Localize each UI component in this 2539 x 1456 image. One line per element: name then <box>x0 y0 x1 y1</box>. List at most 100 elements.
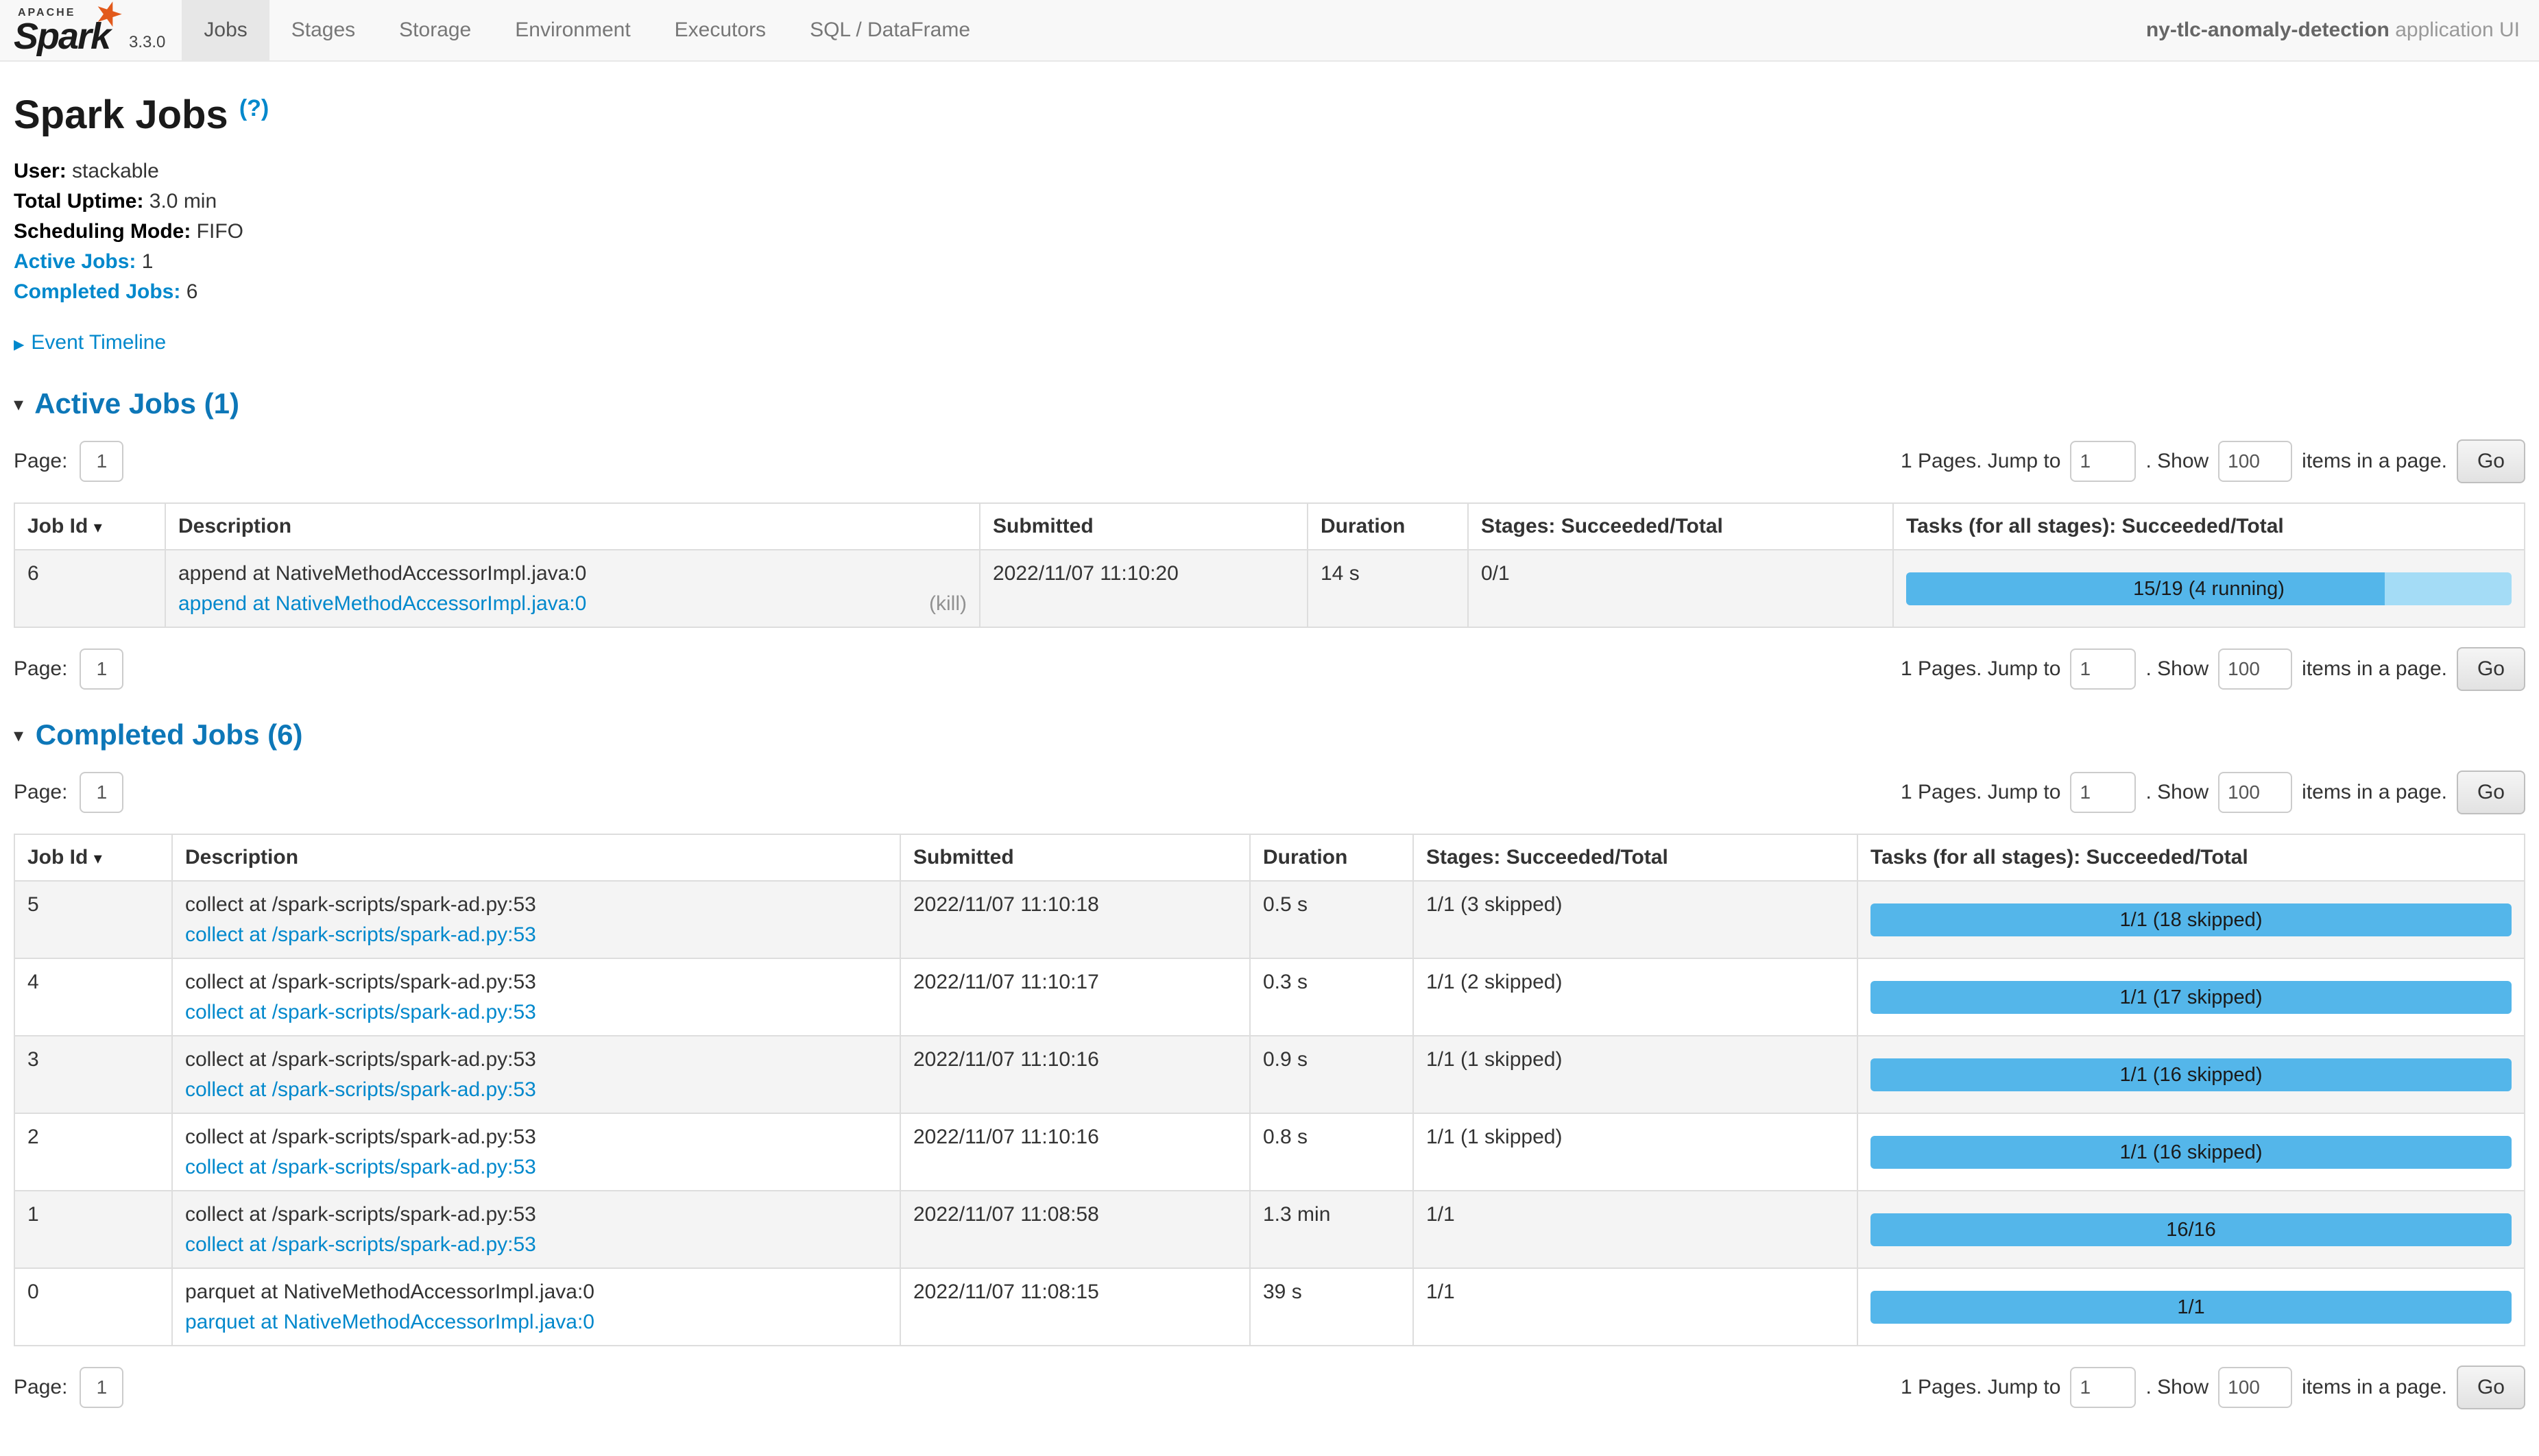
progress-label: 1/1 (16 skipped) <box>1870 1060 2512 1089</box>
page-title: Spark Jobs (?) <box>14 92 2525 138</box>
show-text: . Show <box>2145 657 2209 681</box>
nav-item-label: Stages <box>291 19 355 42</box>
page-number-input[interactable] <box>80 648 123 690</box>
pages-jump-text: 1 Pages. Jump to <box>1901 781 2060 804</box>
nav-item-label: SQL / DataFrame <box>810 19 970 42</box>
description-link[interactable]: parquet at NativeMethodAccessorImpl.java… <box>185 1307 594 1337</box>
description-link[interactable]: collect at /spark-scripts/spark-ad.py:53 <box>185 1230 536 1260</box>
jump-to-input[interactable] <box>2070 441 2136 482</box>
spark-logo[interactable]: APACHE Spark ★ <box>0 0 126 60</box>
page-label: Page: <box>14 781 67 804</box>
col-header-submitted[interactable]: Submitted <box>900 834 1250 881</box>
col-header-stages[interactable]: Stages: Succeeded/Total <box>1468 503 1893 550</box>
pages-jump-text: 1 Pages. Jump to <box>1901 450 2060 473</box>
nav-item-environment[interactable]: Environment <box>493 0 652 60</box>
pages-jump-text: 1 Pages. Jump to <box>1901 1376 2060 1399</box>
tasks-cell: 1/1 (17 skipped) <box>1857 958 2525 1036</box>
duration-cell: 1.3 min <box>1250 1191 1413 1268</box>
summary-scheduling-mode: Scheduling Mode: FIFO <box>14 220 2525 243</box>
pagination-bar: Page: 1 Pages. Jump to . Show items in a… <box>14 439 2525 483</box>
duration-cell: 0.3 s <box>1250 958 1413 1036</box>
submitted-cell: 2022/11/07 11:10:17 <box>900 958 1250 1036</box>
col-header-description[interactable]: Description <box>172 834 900 881</box>
kill-link[interactable]: (kill) <box>929 589 967 619</box>
table-header-row: Job Id ▾ Description Submitted Duration … <box>14 503 2525 550</box>
show-count-input[interactable] <box>2218 772 2292 813</box>
jump-to-input[interactable] <box>2070 772 2136 813</box>
nav-item-sql-dataframe[interactable]: SQL / DataFrame <box>788 0 992 60</box>
description-link[interactable]: collect at /spark-scripts/spark-ad.py:53 <box>185 997 536 1028</box>
summary-uptime: Total Uptime: 3.0 min <box>14 190 2525 213</box>
tasks-cell: 1/1 (18 skipped) <box>1857 881 2525 958</box>
go-button[interactable]: Go <box>2457 439 2525 483</box>
show-text: . Show <box>2145 781 2209 804</box>
table-row: 5 collect at /spark-scripts/spark-ad.py:… <box>14 881 2525 958</box>
description-cell: collect at /spark-scripts/spark-ad.py:53… <box>172 958 900 1036</box>
col-header-duration[interactable]: Duration <box>1308 503 1468 550</box>
col-header-duration[interactable]: Duration <box>1250 834 1413 881</box>
go-button[interactable]: Go <box>2457 647 2525 691</box>
show-count-input[interactable] <box>2218 648 2292 690</box>
items-text: items in a page. <box>2302 1376 2447 1399</box>
table-row: 3 collect at /spark-scripts/spark-ad.py:… <box>14 1036 2525 1113</box>
completed-jobs-link[interactable]: Completed Jobs: <box>14 280 180 303</box>
submitted-cell: 2022/11/07 11:10:16 <box>900 1036 1250 1113</box>
event-timeline-toggle[interactable]: ▶Event Timeline <box>14 331 2525 354</box>
description-link[interactable]: collect at /spark-scripts/spark-ad.py:53 <box>185 1075 536 1105</box>
nav-item-jobs[interactable]: Jobs <box>182 0 269 60</box>
application-title-suffix: application UI <box>2390 19 2520 41</box>
tasks-progress-bar: 15/19 (4 running) <box>1906 572 2512 605</box>
summary-completed-value: 6 <box>186 280 198 303</box>
active-jobs-link[interactable]: Active Jobs: <box>14 250 136 273</box>
duration-cell: 0.9 s <box>1250 1036 1413 1113</box>
tasks-cell: 1/1 <box>1857 1268 2525 1346</box>
col-header-description[interactable]: Description <box>165 503 980 550</box>
pagination-bar: Page: 1 Pages. Jump to . Show items in a… <box>14 647 2525 691</box>
job-id-cell: 6 <box>14 550 165 627</box>
table-header-row: Job Id ▾ Description Submitted Duration … <box>14 834 2525 881</box>
nav-item-label: Jobs <box>204 19 247 42</box>
tasks-progress-bar: 1/1 <box>1870 1291 2512 1324</box>
page-label: Page: <box>14 657 67 681</box>
nav-item-stages[interactable]: Stages <box>269 0 377 60</box>
jump-to-input[interactable] <box>2070 1367 2136 1408</box>
pagination-bar: Page: 1 Pages. Jump to . Show items in a… <box>14 1366 2525 1409</box>
active-jobs-heading[interactable]: ▾ Active Jobs (1) <box>14 387 2525 420</box>
col-header-job-id[interactable]: Job Id ▾ <box>14 503 165 550</box>
show-count-input[interactable] <box>2218 441 2292 482</box>
summary-uptime-label: Total Uptime: <box>14 190 143 213</box>
col-header-tasks[interactable]: Tasks (for all stages): Succeeded/Total <box>1893 503 2525 550</box>
description-link[interactable]: collect at /spark-scripts/spark-ad.py:53 <box>185 1152 536 1182</box>
show-count-input[interactable] <box>2218 1367 2292 1408</box>
page-number-input[interactable] <box>80 1367 123 1408</box>
nav-item-label: Environment <box>515 19 630 42</box>
page-label: Page: <box>14 1376 67 1399</box>
jump-to-input[interactable] <box>2070 648 2136 690</box>
nav-item-label: Executors <box>675 19 766 42</box>
col-header-job-id[interactable]: Job Id ▾ <box>14 834 172 881</box>
submitted-cell: 2022/11/07 11:08:58 <box>900 1191 1250 1268</box>
table-row: 1 collect at /spark-scripts/spark-ad.py:… <box>14 1191 2525 1268</box>
col-header-submitted[interactable]: Submitted <box>980 503 1308 550</box>
go-button[interactable]: Go <box>2457 1366 2525 1409</box>
nav-item-storage[interactable]: Storage <box>377 0 493 60</box>
nav-item-executors[interactable]: Executors <box>653 0 788 60</box>
submitted-cell: 2022/11/07 11:10:20 <box>980 550 1308 627</box>
pagination-controls: 1 Pages. Jump to . Show items in a page.… <box>1901 771 2525 814</box>
page-number-input[interactable] <box>80 772 123 813</box>
page-number-input[interactable] <box>80 441 123 482</box>
progress-label: 1/1 (16 skipped) <box>1870 1137 2512 1166</box>
description-text: collect at /spark-scripts/spark-ad.py:53 <box>185 1045 887 1075</box>
col-header-stages[interactable]: Stages: Succeeded/Total <box>1413 834 1857 881</box>
description-link[interactable]: collect at /spark-scripts/spark-ad.py:53 <box>185 920 536 950</box>
pagination-controls: 1 Pages. Jump to . Show items in a page.… <box>1901 647 2525 691</box>
completed-jobs-table: Job Id ▾ Description Submitted Duration … <box>14 834 2525 1346</box>
sort-arrow-icon: ▾ <box>94 518 102 537</box>
col-header-tasks[interactable]: Tasks (for all stages): Succeeded/Total <box>1857 834 2525 881</box>
help-link[interactable]: (?) <box>239 95 269 121</box>
progress-label: 15/19 (4 running) <box>1906 574 2512 603</box>
completed-jobs-heading[interactable]: ▾ Completed Jobs (6) <box>14 718 2525 751</box>
description-link[interactable]: append at NativeMethodAccessorImpl.java:… <box>178 589 586 619</box>
submitted-cell: 2022/11/07 11:10:16 <box>900 1113 1250 1191</box>
go-button[interactable]: Go <box>2457 771 2525 814</box>
